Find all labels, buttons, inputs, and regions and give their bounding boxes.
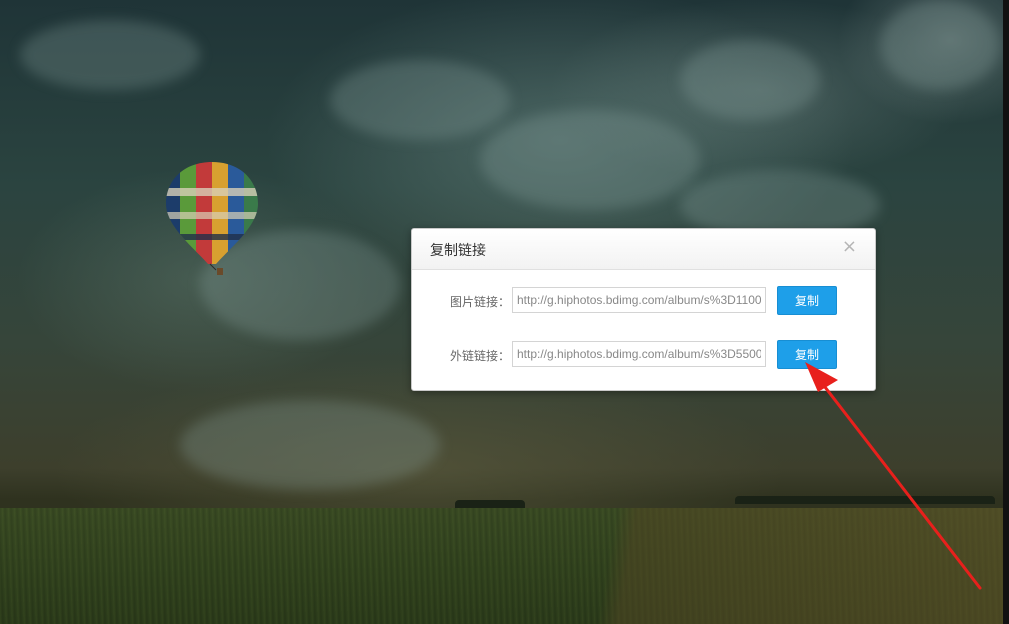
external-link-input[interactable] <box>512 341 766 367</box>
close-icon[interactable]: × <box>842 237 857 257</box>
external-link-row: 外链链接： 复制 <box>412 340 875 370</box>
tree-line <box>735 496 995 504</box>
cloud <box>180 400 440 490</box>
dialog-title: 复制链接 <box>430 243 486 259</box>
copy-image-link-button[interactable]: 复制 <box>777 286 837 315</box>
copy-link-dialog: 复制链接 × 图片链接： 复制 外链链接： 复制 <box>411 228 876 391</box>
cloud <box>480 110 700 210</box>
dialog-header: 复制链接 × <box>412 229 875 270</box>
tree-line <box>455 500 525 508</box>
cloud <box>880 0 1000 90</box>
image-link-row: 图片链接： 复制 <box>412 286 875 316</box>
cloud <box>20 20 200 90</box>
external-link-label: 外链链接： <box>449 349 510 363</box>
hot-air-balloon-image <box>166 162 258 275</box>
copy-external-link-button[interactable]: 复制 <box>777 340 837 369</box>
window-edge <box>1003 0 1009 624</box>
cloud <box>680 40 820 120</box>
image-link-input[interactable] <box>512 287 766 313</box>
cloud <box>330 60 510 140</box>
grass-field <box>0 508 1009 624</box>
image-link-label: 图片链接： <box>449 295 510 309</box>
